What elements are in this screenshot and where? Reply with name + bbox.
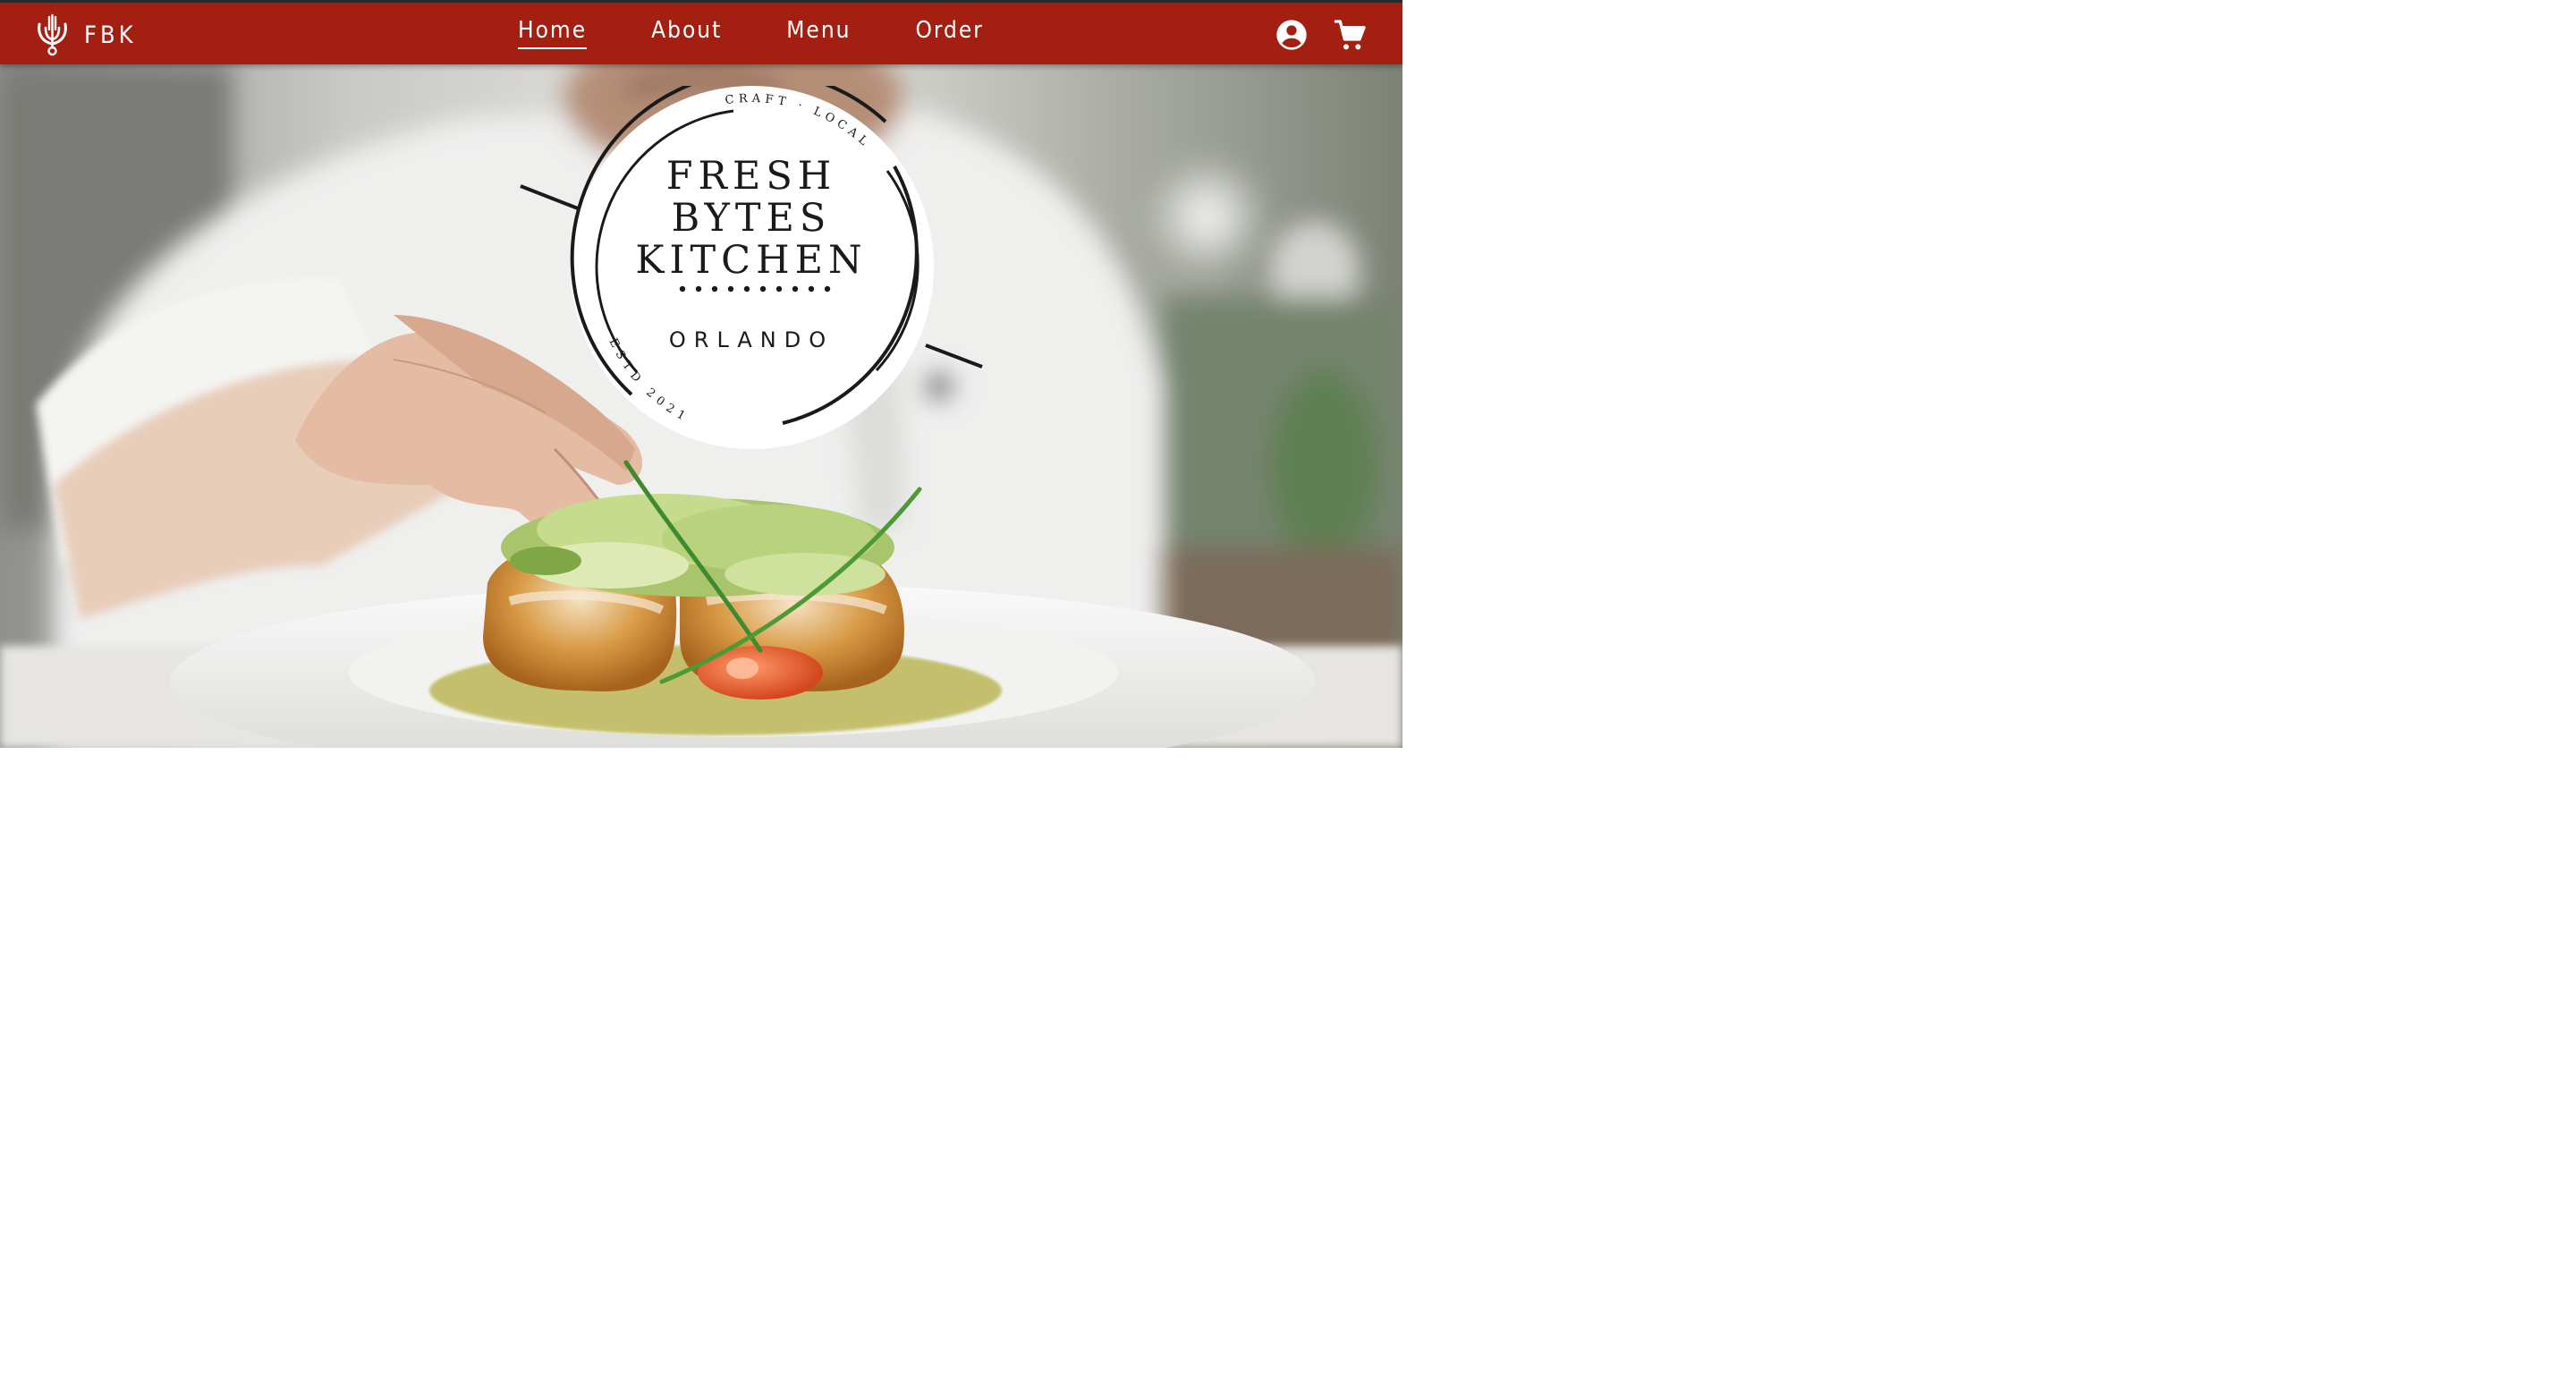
account-circle-icon[interactable] bbox=[1274, 17, 1309, 53]
shopping-cart-icon[interactable] bbox=[1333, 17, 1368, 53]
nav-link-home[interactable]: Home bbox=[518, 15, 588, 49]
emblem-title-line2: BYTES bbox=[671, 196, 832, 241]
emblem-city: ORLANDO bbox=[668, 327, 835, 352]
fbk-emblem: CRAFT · LOCAL ESTD 2021 FRESH BYTES KITC… bbox=[519, 86, 984, 453]
main-nav: Home About Menu Order bbox=[518, 15, 984, 49]
navbar: FBK Home About Menu Order bbox=[0, 0, 1402, 64]
nav-link-order[interactable]: Order bbox=[916, 15, 984, 49]
fork-utensil-logo-icon bbox=[38, 13, 67, 56]
brand-name: FBK bbox=[84, 21, 137, 49]
emblem-title-line3: KITCHEN bbox=[635, 238, 868, 283]
emblem-title-line1: FRESH bbox=[665, 154, 837, 199]
emblem-title: FRESH BYTES KITCHEN bbox=[519, 156, 984, 282]
nav-icons bbox=[1274, 17, 1368, 53]
nav-link-menu[interactable]: Menu bbox=[786, 15, 851, 49]
page: FBK Home About Menu Order CRAFT · LOCAL … bbox=[0, 0, 1402, 748]
brand-home-link[interactable]: FBK bbox=[34, 12, 137, 58]
nav-link-about[interactable]: About bbox=[651, 15, 722, 49]
